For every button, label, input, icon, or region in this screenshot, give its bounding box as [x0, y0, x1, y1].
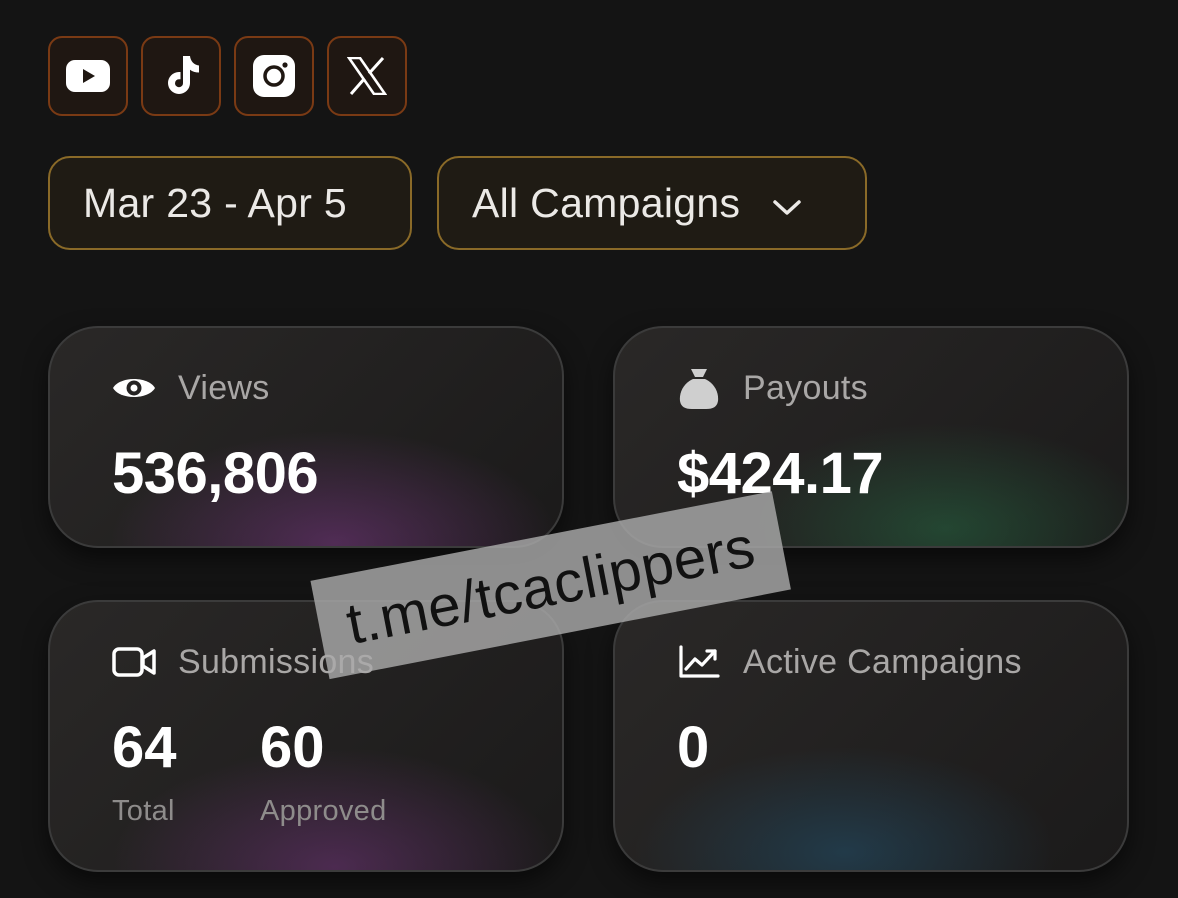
x-button[interactable]	[327, 36, 407, 116]
active-campaigns-value: 0	[677, 715, 709, 780]
date-range-picker[interactable]: Mar 23 - Apr 5	[48, 156, 412, 250]
submissions-total-label: Total	[112, 795, 175, 827]
submissions-approved-value: 60	[260, 715, 325, 780]
eye-icon	[112, 366, 156, 410]
submissions-total-value: 64	[112, 715, 177, 780]
submissions-approved-label: Approved	[260, 795, 387, 827]
money-bag-icon	[677, 366, 721, 410]
active-campaigns-card: Active Campaigns 0	[613, 600, 1129, 872]
active-campaigns-label: Active Campaigns	[743, 642, 1022, 681]
platform-filter-row	[48, 36, 407, 116]
views-card: Views 536,806	[48, 326, 564, 548]
views-value: 536,806	[112, 441, 319, 506]
payouts-label: Payouts	[743, 368, 868, 407]
campaign-dropdown-label: All Campaigns	[472, 179, 741, 226]
chevron-down-icon	[772, 180, 802, 227]
youtube-icon	[66, 60, 110, 92]
filter-row: Mar 23 - Apr 5 All Campaigns	[48, 156, 867, 250]
submissions-approved: 60 Approved	[260, 714, 387, 828]
views-label: Views	[178, 368, 270, 407]
instagram-icon	[252, 54, 296, 98]
youtube-button[interactable]	[48, 36, 128, 116]
payouts-value: $424.17	[677, 441, 884, 506]
instagram-button[interactable]	[234, 36, 314, 116]
date-range-label: Mar 23 - Apr 5	[83, 179, 347, 226]
tiktok-button[interactable]	[141, 36, 221, 116]
video-camera-icon	[112, 640, 156, 684]
submissions-total: 64 Total	[112, 714, 177, 828]
tiktok-icon	[161, 54, 201, 98]
campaign-dropdown[interactable]: All Campaigns	[437, 156, 867, 250]
chart-up-icon	[677, 640, 721, 684]
x-icon	[347, 57, 387, 95]
